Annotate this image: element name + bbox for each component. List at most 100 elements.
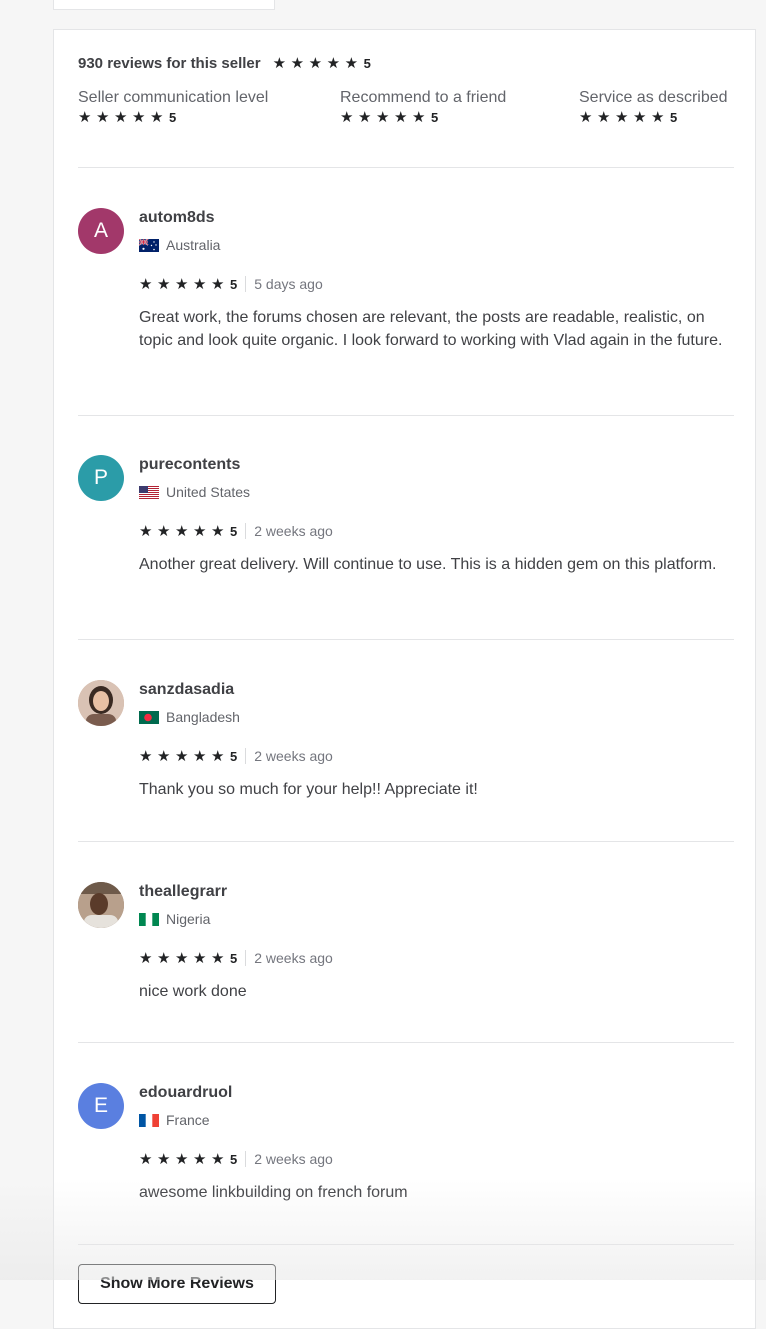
review-text: Another great delivery. Will continue to… [139, 556, 717, 573]
star-icon: ★ [139, 747, 153, 765]
criterion-score: 5 [169, 110, 177, 125]
reviewer-country: France [139, 1111, 734, 1129]
divider [78, 639, 734, 640]
star-icon: ★ [157, 747, 171, 765]
avatar[interactable]: P [78, 455, 124, 501]
criterion-label: Seller communication level [78, 89, 269, 106]
star-icon: ★ [193, 1150, 207, 1168]
reviewer-country: United States [139, 483, 734, 501]
star-icon: ★ [211, 522, 225, 540]
star-icon: ★ [175, 1150, 189, 1168]
avatar[interactable] [78, 680, 124, 726]
criterion-recommend: Recommend to a friend ★ ★ ★ ★ ★ 5 [340, 87, 506, 127]
review-score: 5 [230, 276, 238, 292]
star-icon: ★ [193, 275, 207, 293]
criterion-rating: ★ ★ ★ ★ ★ 5 [78, 110, 176, 125]
country-name: Australia [166, 237, 221, 253]
star-icon: ★ [344, 54, 359, 72]
review-text: Thank you so much for your help!! Apprec… [139, 781, 478, 798]
review-score: 5 [230, 1151, 238, 1167]
divider [78, 1042, 734, 1043]
star-icon: ★ [394, 109, 408, 126]
star-icon: ★ [139, 275, 153, 293]
star-icon: ★ [376, 109, 390, 126]
star-icon: ★ [211, 275, 225, 293]
profile-photo-icon [78, 882, 124, 928]
reviews-card: 930 reviews for this seller ★ ★ ★ ★ ★ 5 Sell… [53, 29, 756, 1329]
review-time: 2 weeks ago [254, 1151, 333, 1167]
star-icon: ★ [157, 1150, 171, 1168]
reviewer-username[interactable]: theallegrarr [139, 882, 734, 902]
star-icon: ★ [193, 522, 207, 540]
review-meta: ★ ★ ★ ★ ★ 5 2 weeks ago [139, 1150, 734, 1168]
meta-separator [245, 523, 247, 539]
reviewer-username[interactable]: edouardruol [139, 1083, 734, 1103]
nigeria-flag-icon [139, 912, 159, 926]
avatar[interactable] [78, 882, 124, 928]
review-time: 5 days ago [254, 276, 323, 292]
reviewer-username[interactable]: purecontents [139, 455, 734, 475]
reviewer-username[interactable]: sanzdasadia [139, 680, 734, 700]
review-score: 5 [230, 950, 238, 966]
star-icon: ★ [157, 275, 171, 293]
criterion-communication: Seller communication level ★ ★ ★ ★ ★ 5 [78, 87, 268, 127]
overall-score: 5 [363, 55, 371, 71]
country-name: Nigeria [166, 911, 211, 927]
profile-photo-icon [78, 680, 124, 726]
show-more-reviews-button[interactable]: Show More Reviews [78, 1264, 276, 1304]
reviews-summary: 930 reviews for this seller ★ ★ ★ ★ ★ 5 Sell… [78, 52, 734, 126]
review-text: nice work done [139, 983, 247, 1000]
criterion-label: Recommend to a friend [340, 89, 507, 106]
review-meta: ★ ★ ★ ★ ★ 5 5 days ago [139, 275, 734, 293]
reviewer-country: Bangladesh [139, 708, 734, 726]
avatar[interactable]: A [78, 208, 124, 254]
reviewer-username[interactable]: autom8ds [139, 208, 734, 228]
star-icon: ★ [175, 747, 189, 765]
reviews-count-title: 930 reviews for this seller [78, 54, 261, 72]
meta-separator [245, 276, 247, 292]
meta-separator [245, 1151, 247, 1167]
star-icon: ★ [157, 522, 171, 540]
star-icon: ★ [193, 747, 207, 765]
review-text: awesome linkbuilding on french forum [139, 1184, 408, 1201]
star-icon: ★ [326, 54, 341, 72]
country-name: United States [166, 484, 251, 500]
review-time: 2 weeks ago [254, 950, 333, 966]
star-icon: ★ [96, 109, 110, 126]
star-icon: ★ [211, 747, 225, 765]
reviewer-country: Australia [139, 236, 734, 254]
star-icon: ★ [175, 949, 189, 967]
star-icon: ★ [175, 275, 189, 293]
avatar[interactable]: E [78, 1083, 124, 1129]
criterion-service: Service as described ★ ★ ★ ★ ★ 5 [579, 87, 728, 127]
review-rating: ★ ★ ★ ★ ★ 5 [139, 951, 237, 966]
star-icon: ★ [193, 949, 207, 967]
star-icon: ★ [139, 949, 153, 967]
star-icon: ★ [308, 54, 323, 72]
star-icon: ★ [290, 54, 305, 72]
review-rating: ★ ★ ★ ★ ★ 5 [139, 749, 237, 764]
country-name: Bangladesh [166, 709, 240, 725]
review-meta: ★ ★ ★ ★ ★ 5 2 weeks ago [139, 522, 734, 540]
star-icon: ★ [597, 109, 611, 126]
star-icon: ★ [272, 54, 287, 72]
star-icon: ★ [150, 109, 164, 126]
star-icon: ★ [211, 949, 225, 967]
star-icon: ★ [175, 522, 189, 540]
australia-flag-icon [139, 238, 159, 252]
star-icon: ★ [157, 949, 171, 967]
summary-header: 930 reviews for this seller ★ ★ ★ ★ ★ 5 [78, 52, 734, 74]
star-icon: ★ [651, 109, 665, 126]
overall-rating: ★ ★ ★ ★ ★ 5 [273, 56, 371, 71]
star-icon: ★ [340, 109, 354, 126]
criterion-rating: ★ ★ ★ ★ ★ 5 [340, 110, 438, 125]
star-icon: ★ [633, 109, 647, 126]
reviewer-country: Nigeria [139, 910, 734, 928]
review-rating: ★ ★ ★ ★ ★ 5 [139, 277, 237, 292]
star-icon: ★ [615, 109, 629, 126]
france-flag-icon [139, 1113, 159, 1127]
review-score: 5 [230, 523, 238, 539]
star-icon: ★ [579, 109, 593, 126]
criterion-rating: ★ ★ ★ ★ ★ 5 [579, 110, 677, 125]
review-rating: ★ ★ ★ ★ ★ 5 [139, 1152, 237, 1167]
